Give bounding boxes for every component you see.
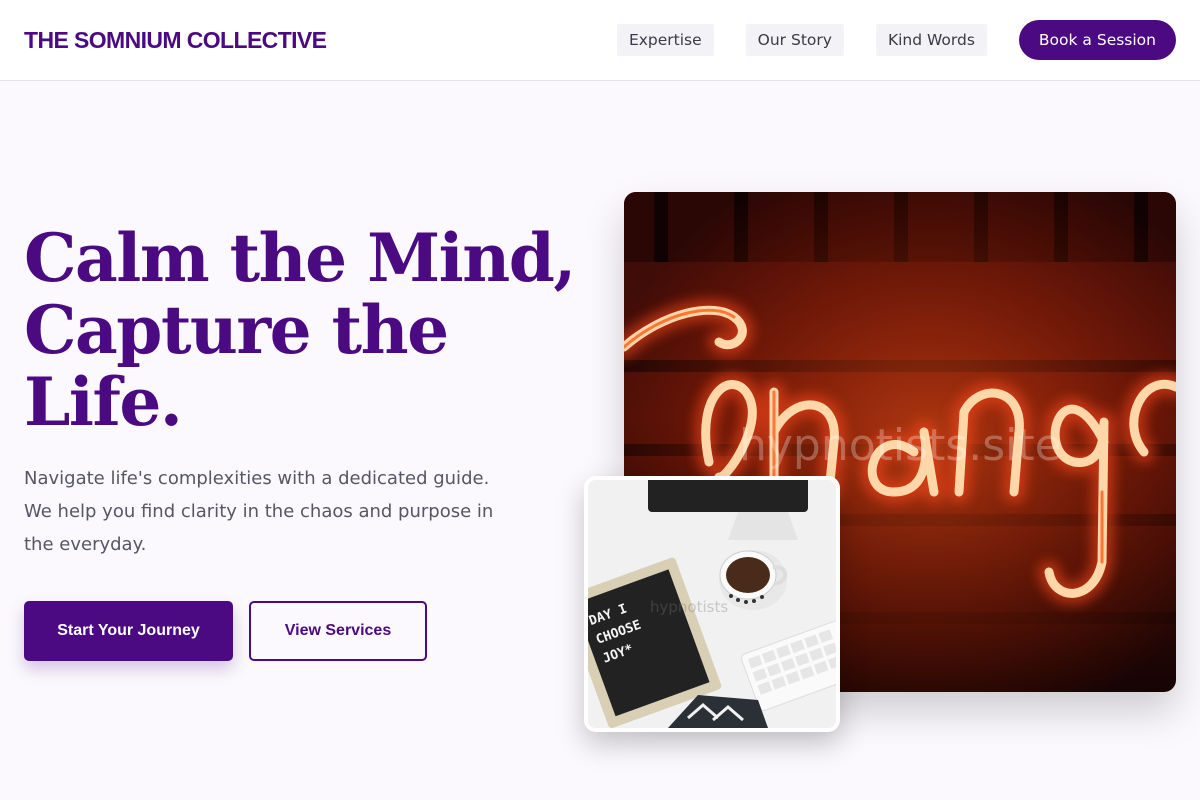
view-services-button[interactable]: View Services bbox=[249, 601, 427, 661]
desk-illustration: DAY I CHOOSE JOY* hypnotists bbox=[588, 480, 836, 728]
nav-link-expertise[interactable]: Expertise bbox=[616, 24, 714, 56]
hero-title-line: Capture the bbox=[24, 291, 449, 369]
nav-link-kind-words[interactable]: Kind Words bbox=[875, 24, 987, 56]
main-image-watermark: hypnotists.site bbox=[739, 420, 1062, 471]
hero-description-line: the everyday. bbox=[24, 534, 147, 555]
desk-photo-image: DAY I CHOOSE JOY* hypnotists bbox=[584, 476, 840, 732]
hero-description: Navigate life's complexities with a dedi… bbox=[24, 462, 534, 561]
main-nav: Expertise Our Story Kind Words Book a Se… bbox=[616, 20, 1176, 60]
hero-description-line: We help you find clarity in the chaos an… bbox=[24, 501, 494, 522]
hero-title-line: Life. bbox=[24, 363, 183, 441]
book-session-button[interactable]: Book a Session bbox=[1018, 20, 1176, 60]
site-header: THE SOMNIUM COLLECTIVE Expertise Our Sto… bbox=[0, 0, 1200, 81]
start-journey-button[interactable]: Start Your Journey bbox=[24, 601, 233, 661]
hero-description-line: Navigate life's complexities with a dedi… bbox=[24, 468, 490, 489]
site-logo[interactable]: THE SOMNIUM COLLECTIVE bbox=[24, 27, 327, 54]
hero-title: Calm the Mind, Capture the Life. bbox=[24, 222, 584, 438]
hero-title-line: Calm the Mind, bbox=[24, 219, 576, 297]
nav-link-our-story[interactable]: Our Story bbox=[745, 24, 844, 56]
small-image-watermark: hypnotists bbox=[650, 598, 728, 616]
